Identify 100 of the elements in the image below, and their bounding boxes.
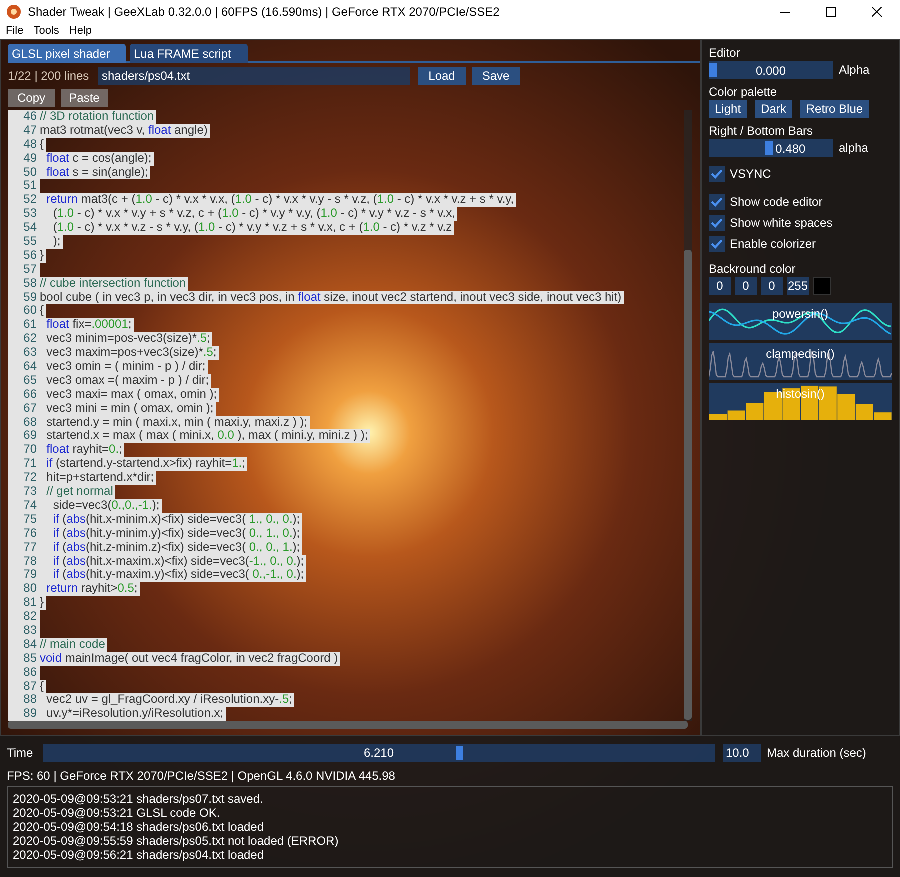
line-number: 74 xyxy=(22,498,38,513)
checkbox[interactable] xyxy=(709,236,725,252)
line-number: 72 xyxy=(22,471,38,486)
line-number: 66 xyxy=(22,388,38,402)
line-number: 67 xyxy=(22,402,38,416)
app-icon xyxy=(6,4,22,20)
line-number: 59 xyxy=(22,290,38,304)
checkbox[interactable] xyxy=(709,194,725,210)
line-number: 53 xyxy=(22,207,38,222)
line-number: 87 xyxy=(22,680,38,694)
color-channel-field[interactable]: 0 xyxy=(735,277,757,295)
checkmark-icon xyxy=(711,218,723,228)
slider-thumb[interactable] xyxy=(456,746,463,760)
checkbox-label: Show white spaces xyxy=(730,214,833,232)
checkmark-icon xyxy=(711,168,723,178)
slider[interactable]: 0.000 xyxy=(709,61,833,79)
slider-thumb[interactable] xyxy=(764,141,773,155)
menu-item[interactable]: Tools xyxy=(34,23,60,40)
plot-label: clampedsin() xyxy=(765,346,836,363)
line-number: 80 xyxy=(22,582,38,596)
line-number: 46 xyxy=(22,110,38,124)
checkbox[interactable] xyxy=(709,214,725,230)
time-slider[interactable]: 6.210 xyxy=(43,744,715,762)
line-number: 75 xyxy=(22,512,38,527)
max-duration-label: Max duration (sec) xyxy=(767,745,866,762)
line-number: 85 xyxy=(22,652,38,666)
clipboard-button[interactable]: Copy xyxy=(8,89,55,107)
line-number: 50 xyxy=(22,166,38,180)
line-number: 64 xyxy=(22,360,38,374)
clipboard-button[interactable]: Paste xyxy=(61,89,108,107)
checkbox[interactable] xyxy=(709,166,725,182)
checkmark-icon xyxy=(711,196,723,206)
horizontal-scrollbar[interactable] xyxy=(8,721,688,729)
checkbox-label: VSYNC xyxy=(730,166,772,182)
time-value: 6.210 xyxy=(364,745,394,762)
line-number: 84 xyxy=(22,638,38,652)
max-duration-field[interactable]: 10.0 xyxy=(723,744,761,762)
line-number: 51 xyxy=(22,179,38,194)
line-number: 58 xyxy=(22,276,38,291)
line-number: 57 xyxy=(22,262,38,277)
line-number: 81 xyxy=(22,596,38,610)
line-number: 60 xyxy=(22,304,38,318)
line-number: 47 xyxy=(22,124,38,138)
slider-label: Alpha xyxy=(839,62,870,79)
slider[interactable]: 0.480 xyxy=(709,139,833,157)
line-number: 82 xyxy=(22,610,38,624)
log-entry: 2020-05-09@09:55:59 shaders/ps05.txt not loaded (ERROR) xyxy=(13,834,340,848)
file-button[interactable]: Load xyxy=(418,67,466,85)
line-number: 63 xyxy=(22,346,38,360)
slider-label: alpha xyxy=(839,140,868,157)
section-heading: Backround color xyxy=(709,261,797,277)
color-channel-field[interactable]: 0 xyxy=(709,277,731,295)
time-label: Time xyxy=(7,745,34,762)
section-heading: Editor xyxy=(709,45,742,61)
vertical-scrollbar[interactable] xyxy=(684,110,692,721)
line-number: 89 xyxy=(22,707,38,721)
line-number: 71 xyxy=(22,457,38,472)
window-title: Shader Tweak | GeeXLab 0.32.0.0 | 60FPS (16.590ms) | GeForce RTX 2070/PCIe/SSE2 xyxy=(28,4,500,21)
line-number: 62 xyxy=(22,332,38,346)
line-info: 1/22 | 200 lines xyxy=(8,68,90,85)
slider-value: 0.000 xyxy=(756,63,786,80)
menu-item[interactable]: Help xyxy=(69,23,92,40)
line-number: 61 xyxy=(22,318,38,332)
section-heading: Right / Bottom Bars xyxy=(709,123,814,139)
line-number: 76 xyxy=(22,526,38,541)
menu-item[interactable]: File xyxy=(6,23,24,40)
line-number: 86 xyxy=(22,666,38,680)
palette-button[interactable]: Light xyxy=(709,100,748,118)
line-number: 48 xyxy=(22,138,38,152)
log-entry: 2020-05-09@09:56:21 shaders/ps04.txt loaded xyxy=(13,848,266,862)
tab[interactable]: Lua FRAME script xyxy=(130,44,248,63)
color-swatch[interactable] xyxy=(813,277,831,295)
line-number: 88 xyxy=(22,693,38,708)
color-channel-field[interactable]: 0 xyxy=(761,277,783,295)
slider-value: 0.480 xyxy=(776,141,806,158)
tab[interactable]: GLSL pixel shader xyxy=(8,44,126,63)
line-number: 55 xyxy=(22,235,38,249)
log-entry: 2020-05-09@09:53:21 GLSL code OK. xyxy=(13,806,222,820)
file-button[interactable]: Save xyxy=(472,67,520,85)
line-number: 69 xyxy=(22,429,38,444)
checkbox-label: Enable colorizer xyxy=(730,236,816,252)
line-number: 73 xyxy=(22,485,38,499)
checkbox-label: Show code editor xyxy=(730,194,823,210)
maximize-icon xyxy=(826,7,836,17)
line-number: 68 xyxy=(22,416,38,430)
line-number: 65 xyxy=(22,374,38,388)
color-channel-field[interactable]: 255 xyxy=(787,277,809,295)
checkmark-icon xyxy=(711,238,723,248)
palette-button[interactable]: Retro Blue xyxy=(800,100,870,118)
slider-thumb[interactable] xyxy=(709,63,717,77)
status-text: FPS: 60 | GeForce RTX 2070/PCIe/SSE2 | OpenGL 4.6.0 NVIDIA 445.98 xyxy=(7,768,396,782)
line-number: 52 xyxy=(22,193,38,208)
line-number: 49 xyxy=(22,152,38,166)
file-path-field[interactable]: shaders/ps04.txt xyxy=(98,67,410,85)
line-number: 78 xyxy=(22,554,38,568)
scrollbar-thumb[interactable] xyxy=(684,250,692,720)
line-number: 54 xyxy=(22,221,38,236)
palette-button[interactable]: Dark xyxy=(755,100,792,118)
line-number: 79 xyxy=(22,568,38,582)
close-icon xyxy=(872,7,882,17)
